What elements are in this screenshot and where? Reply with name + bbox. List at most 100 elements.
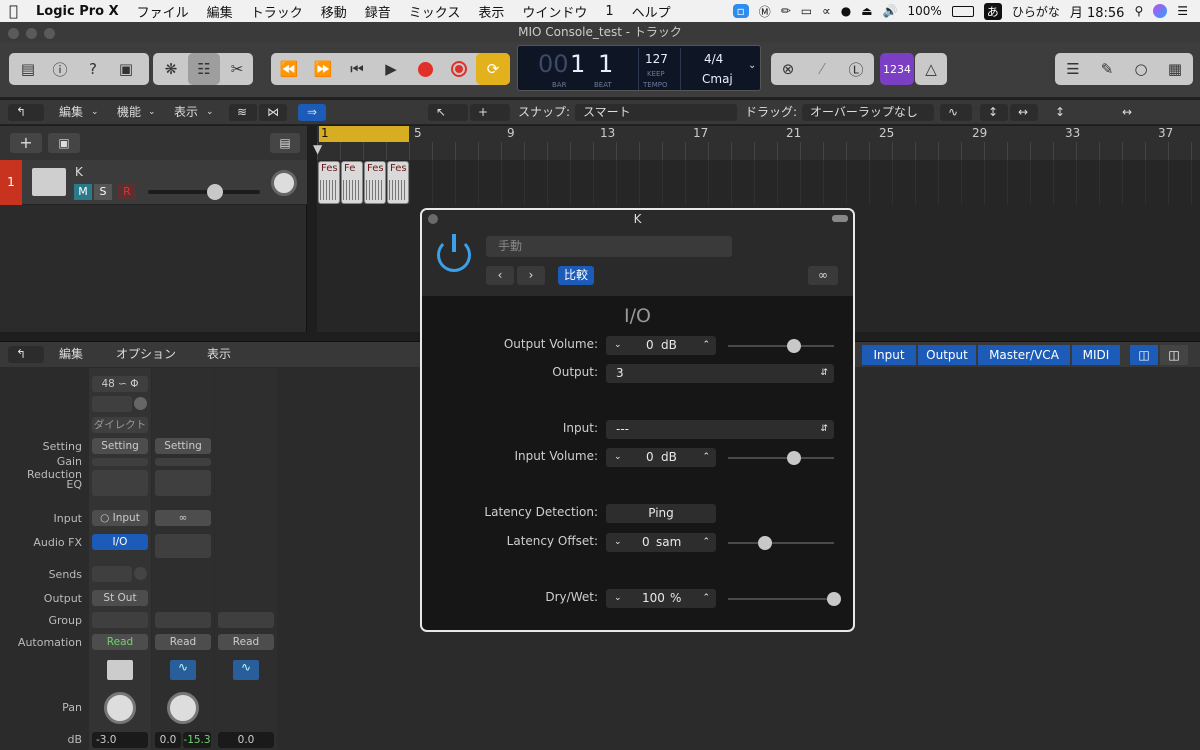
- drywet-field[interactable]: ⌄ 100% ⌃: [606, 589, 716, 608]
- lcd-menu-chevron-icon[interactable]: ⌄: [748, 60, 756, 71]
- latency-offset-knob[interactable]: [758, 536, 773, 550]
- notepad-icon[interactable]: ✎: [1091, 53, 1123, 85]
- strip2-db-readout[interactable]: 0.0: [155, 732, 181, 748]
- track-name[interactable]: K: [75, 165, 83, 179]
- loop-browser-icon[interactable]: ○: [1125, 53, 1157, 85]
- menu-track[interactable]: トラック: [242, 2, 312, 21]
- input-volume-knob[interactable]: [786, 451, 801, 465]
- track-row[interactable]: 1 K M S R: [0, 160, 307, 205]
- waveform-zoom-icon[interactable]: ∿: [940, 104, 972, 121]
- function-chevron-icon[interactable]: ⌄: [148, 104, 156, 121]
- strip2-link-icon[interactable]: ∞: [155, 510, 211, 526]
- audio-region[interactable]: Fes: [318, 161, 340, 204]
- mixer-tab-input[interactable]: Input: [862, 345, 916, 365]
- record-enable-button[interactable]: R: [118, 184, 136, 200]
- menu-file[interactable]: ファイル: [128, 2, 198, 21]
- next-preset-icon[interactable]: ›: [517, 266, 545, 285]
- strip1-automation-button[interactable]: Read: [92, 634, 148, 650]
- drywet-slider[interactable]: [728, 598, 834, 600]
- duplicate-track-icon[interactable]: ▣: [48, 133, 80, 153]
- menu-record[interactable]: 録音: [356, 2, 400, 21]
- mixer-tab-output[interactable]: Output: [918, 345, 976, 365]
- tracks-edit-menu[interactable]: 編集: [59, 104, 83, 121]
- input-select[interactable]: --- ⇵: [606, 420, 834, 439]
- apple-icon[interactable]: : [0, 2, 27, 20]
- battery-percent[interactable]: 100%: [907, 4, 941, 18]
- latency-offset-field[interactable]: ⌄ 0 sam ⌃: [606, 533, 716, 552]
- mixer-tab-master-vca[interactable]: Master/VCA: [978, 345, 1070, 365]
- volume-icon[interactable]: 🔊: [883, 4, 898, 18]
- preset-menu[interactable]: 手動: [486, 236, 732, 257]
- strip1-gain-knob[interactable]: [134, 397, 147, 410]
- mixer-icon[interactable]: ☷: [188, 53, 220, 85]
- horizontal-fit-icon[interactable]: ↔: [1010, 104, 1038, 121]
- library-icon[interactable]: ▤: [12, 53, 44, 85]
- mixer-edit-menu[interactable]: 編集: [59, 346, 83, 363]
- tuner-icon[interactable]: ⁄: [806, 53, 838, 85]
- menu-1[interactable]: 1: [596, 4, 622, 19]
- ping-button[interactable]: Ping: [606, 504, 716, 523]
- menu-mix[interactable]: ミックス: [400, 2, 470, 21]
- track-pan-knob[interactable]: [271, 170, 297, 196]
- zoom-window-button[interactable]: [44, 28, 55, 39]
- menu-help[interactable]: ヘルプ: [623, 2, 680, 21]
- strip3-group-slot[interactable]: [218, 612, 274, 628]
- clock[interactable]: 月 18:56: [1070, 2, 1125, 21]
- output-volume-field[interactable]: ⌄ 0 dB ⌃: [606, 336, 716, 355]
- battery-icon[interactable]: [951, 5, 974, 17]
- tracks-view-menu[interactable]: 表示: [174, 104, 198, 121]
- fast-forward-icon[interactable]: ⏩: [307, 53, 339, 85]
- strip2-pan-knob[interactable]: [167, 692, 199, 724]
- record-icon[interactable]: [409, 53, 441, 85]
- menu-app-name[interactable]: Logic Pro X: [27, 4, 128, 19]
- solo-button[interactable]: S: [94, 184, 112, 200]
- menu-navigate[interactable]: 移動: [312, 2, 356, 21]
- strip1-direct[interactable]: ダイレクト: [92, 417, 148, 433]
- lcd-display[interactable]: 00 1 1 BAR BEAT 127 KEEP TEMPO 4/4 Cmaj …: [517, 45, 761, 91]
- strip1-setting-button[interactable]: Setting: [92, 438, 148, 454]
- track-volume-knob[interactable]: [207, 184, 223, 200]
- list-editors-icon[interactable]: ☰: [1057, 53, 1089, 85]
- solo-icon[interactable]: Ⓛ: [840, 53, 872, 85]
- audio-region[interactable]: Fe: [341, 161, 363, 204]
- strip2-audio-fx-slot[interactable]: [155, 534, 211, 558]
- global-tracks-icon[interactable]: ▤: [270, 133, 300, 153]
- spotlight-icon[interactable]: ⚲: [1134, 4, 1143, 18]
- strip2-setting-button[interactable]: Setting: [155, 438, 211, 454]
- back-arrow-icon[interactable]: ↰: [8, 104, 44, 121]
- single-view-icon[interactable]: ◫: [1130, 345, 1158, 365]
- link-icon[interactable]: ∞: [808, 266, 838, 285]
- strip1-db-readout[interactable]: -3.0: [92, 732, 148, 748]
- browsers-icon[interactable]: ▦: [1159, 53, 1191, 85]
- smart-controls-icon[interactable]: ❋: [155, 53, 187, 85]
- pencil-tool-icon[interactable]: +: [470, 104, 510, 121]
- strip1-send-knob[interactable]: [134, 567, 147, 580]
- cycle-icon[interactable]: ⟳: [476, 53, 510, 85]
- strip3-automation-button[interactable]: Read: [218, 634, 274, 650]
- ime-icon[interactable]: あ: [983, 2, 1002, 20]
- strip1-input-slot[interactable]: ○ Input: [92, 510, 148, 526]
- strip2-peak-readout[interactable]: -15.3: [183, 732, 211, 748]
- compare-button[interactable]: 比較: [558, 266, 594, 285]
- toolbar-toggle-icon[interactable]: ▣: [110, 53, 142, 85]
- flex-icon[interactable]: ⋈: [259, 104, 287, 121]
- automation-curve-icon[interactable]: ≋: [229, 104, 257, 121]
- track-volume-slider[interactable]: [148, 190, 260, 194]
- pen-icon[interactable]: ✏: [781, 4, 791, 18]
- menu-window[interactable]: ウインドウ: [513, 2, 596, 21]
- pointer-tool-icon[interactable]: ↖: [428, 104, 468, 121]
- output-select[interactable]: 3 ⇵: [606, 364, 834, 383]
- count-in-button[interactable]: 1234: [880, 53, 914, 85]
- tracks-function-menu[interactable]: 機能: [117, 104, 141, 121]
- mixer-back-arrow-icon[interactable]: ↰: [8, 346, 44, 363]
- strip1-format[interactable]: 48 ∽ Φ: [92, 376, 148, 392]
- catch-icon[interactable]: ⇒: [298, 104, 326, 121]
- d-app-icon[interactable]: Ⓜ: [759, 3, 771, 20]
- drag-select[interactable]: オーバーラップなし: [802, 104, 934, 121]
- edit-chevron-icon[interactable]: ⌄: [91, 104, 99, 121]
- editors-scissors-icon[interactable]: ✂: [221, 53, 253, 85]
- strip2-eq-thumbnail[interactable]: [155, 470, 211, 496]
- strip1-eq-thumbnail[interactable]: [92, 470, 148, 496]
- screen-share-icon[interactable]: ▫: [732, 4, 749, 18]
- strip2-automation-button[interactable]: Read: [155, 634, 211, 650]
